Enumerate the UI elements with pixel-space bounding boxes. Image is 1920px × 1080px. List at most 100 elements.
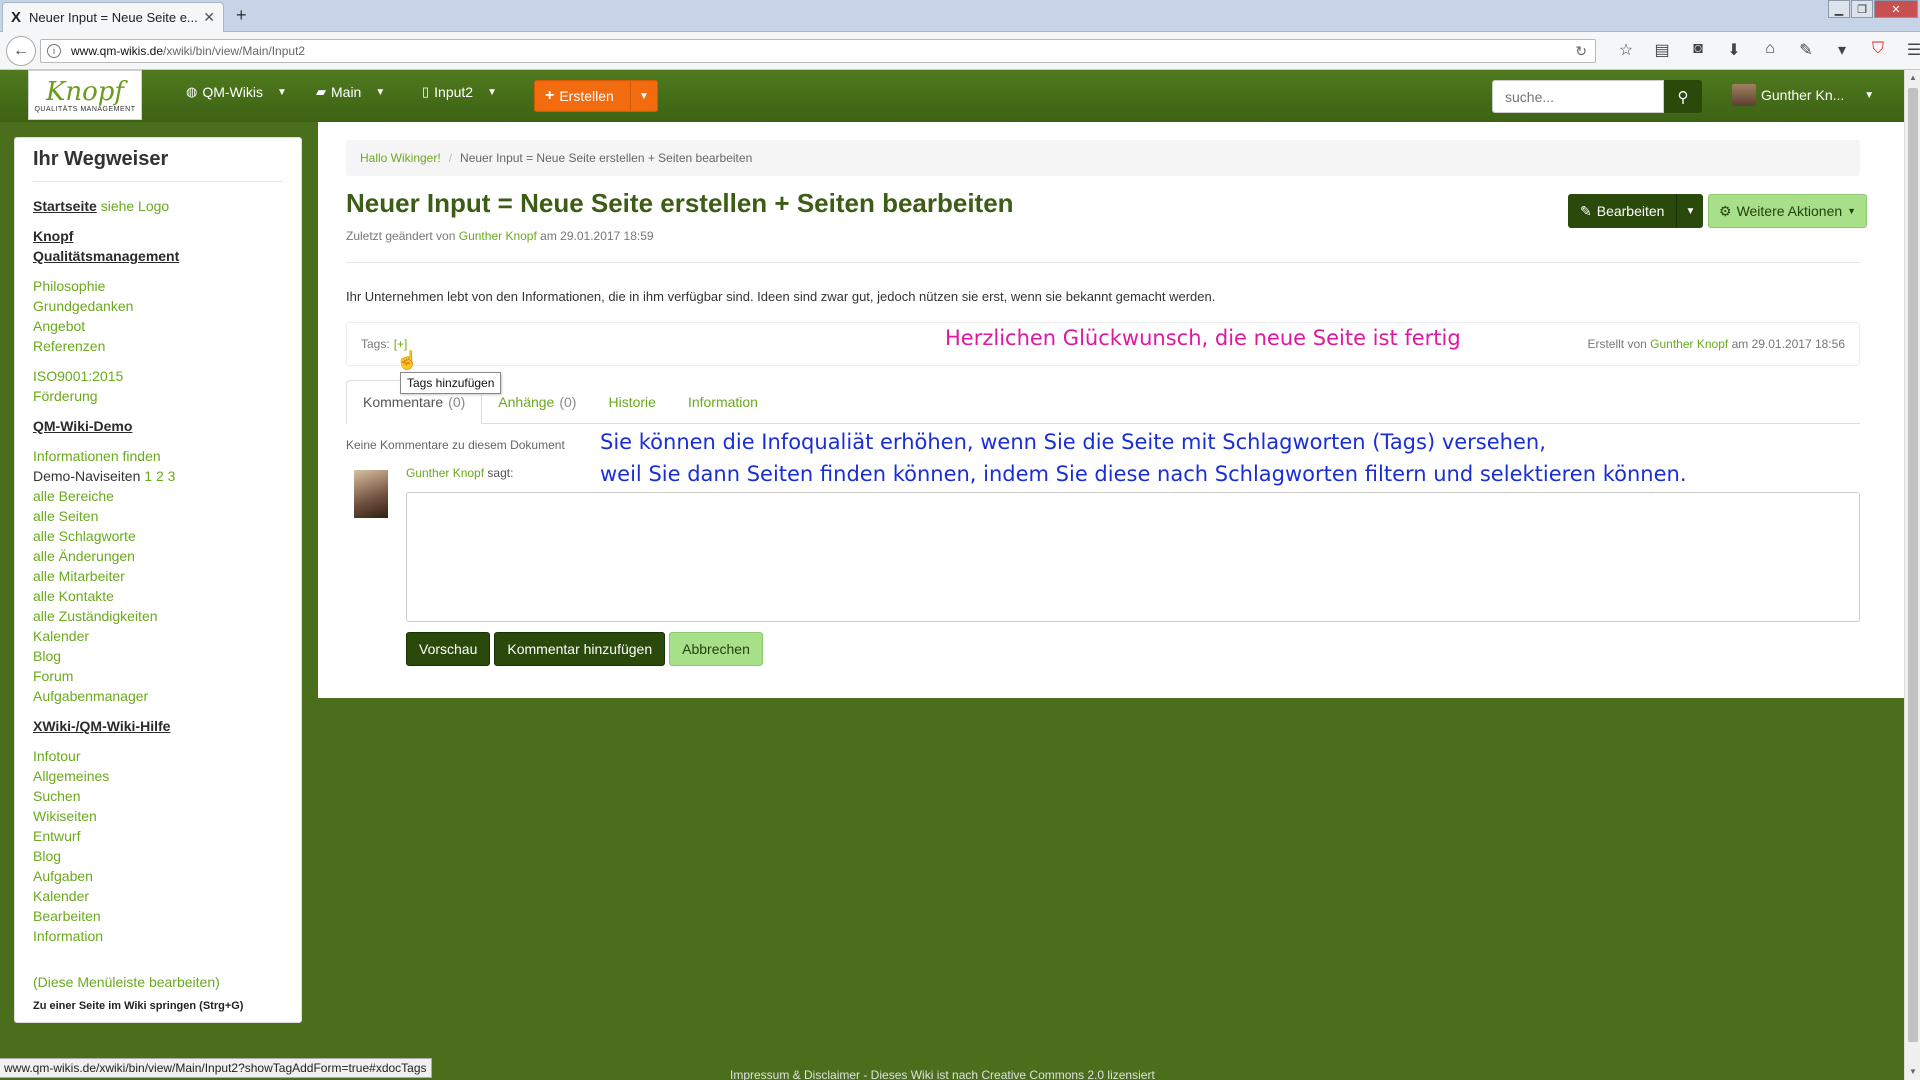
sidebar-item[interactable]: Infotour: [33, 746, 283, 766]
sidebar-sec-help[interactable]: XWiki-/QM-Wiki-Hilfe: [33, 718, 170, 734]
caret-down-icon[interactable]: ▼: [487, 87, 497, 98]
caret-down-icon[interactable]: ▼: [1864, 90, 1874, 101]
close-tab-icon[interactable]: ✕: [203, 9, 215, 26]
sidebar-item[interactable]: ISO9001:2015: [33, 366, 283, 386]
sidebar-item[interactable]: Kalender: [33, 626, 283, 646]
sidebar-item[interactable]: Kalender: [33, 886, 283, 906]
tooltip: Tags hinzufügen: [400, 372, 502, 394]
sidebar-item[interactable]: Bearbeiten: [33, 906, 283, 926]
sidebar-title: Ihr Wegweiser: [33, 148, 283, 182]
new-tab-icon[interactable]: +: [236, 5, 247, 26]
sidebar-item[interactable]: Philosophie: [33, 276, 283, 296]
sidebar-item[interactable]: Aufgabenmanager: [33, 686, 283, 706]
created-author-link[interactable]: Gunther Knopf: [1650, 337, 1728, 351]
more-actions-button[interactable]: ⚙ Weitere Aktionen ▼: [1708, 194, 1868, 228]
sidebar-item[interactable]: Aufgaben: [33, 866, 283, 886]
add-comment-button[interactable]: Kommentar hinzufügen: [494, 632, 666, 666]
search-button[interactable]: ⚲: [1664, 80, 1702, 113]
comment-user-link[interactable]: Gunther Knopf: [406, 466, 484, 480]
tab-information[interactable]: Information: [672, 380, 774, 424]
caret-down-icon[interactable]: ▼: [277, 87, 287, 98]
sidebar-sec-knopf[interactable]: Knopf: [33, 228, 73, 244]
breadcrumb-home[interactable]: Hallo Wikinger!: [360, 151, 441, 165]
bookmark-star-icon[interactable]: ☆: [1608, 40, 1644, 60]
sidebar-item[interactable]: Allgemeines: [33, 766, 283, 786]
demo-page-3[interactable]: 3: [168, 468, 176, 484]
sidebar-item[interactable]: Förderung: [33, 386, 283, 406]
comment-textarea[interactable]: [406, 492, 1860, 622]
create-button[interactable]: + Erstellen ▼: [534, 80, 658, 112]
sidebar-logo-hint[interactable]: siehe Logo: [101, 198, 170, 214]
search-input[interactable]: [1492, 80, 1664, 113]
sidebar-item[interactable]: Blog: [33, 846, 283, 866]
sidebar-item[interactable]: alle Zuständigkeiten: [33, 606, 283, 626]
sidebar-item[interactable]: alle Schlagworte: [33, 526, 283, 546]
sidebar-item[interactable]: Angebot: [33, 316, 283, 336]
scroll-down-icon[interactable]: ▼: [1905, 1064, 1920, 1080]
download-icon[interactable]: ⬇: [1716, 40, 1752, 60]
sidebar-item[interactable]: alle Bereiche: [33, 486, 283, 506]
cancel-button[interactable]: Abbrechen: [669, 632, 763, 666]
tab-historie[interactable]: Historie: [592, 380, 671, 424]
sidebar-item[interactable]: Informationen finden: [33, 446, 283, 466]
home-icon[interactable]: ⌂: [1752, 40, 1788, 60]
add-tags-link[interactable]: [+]: [394, 337, 408, 351]
scrollbar-thumb[interactable]: [1908, 88, 1918, 1042]
nav-qm-wikis[interactable]: ◍ QM-Wikis ▼: [186, 84, 287, 100]
sidebar-item[interactable]: Suchen: [33, 786, 283, 806]
pocket-icon[interactable]: ◙: [1680, 40, 1716, 60]
site-logo[interactable]: Knopf QUALITÄTS MANAGEMENT: [28, 70, 142, 120]
annotation-tags-hint: Sie können die Infoqualiät erhöhen, wenn…: [600, 426, 1687, 490]
sidebar-item[interactable]: Forum: [33, 666, 283, 686]
sidebar-item[interactable]: alle Mitarbeiter: [33, 566, 283, 586]
sidebar-item[interactable]: Grundgedanken: [33, 296, 283, 316]
dropdown-icon[interactable]: ▾: [1824, 40, 1860, 60]
minimize-icon[interactable]: ▁: [1828, 0, 1850, 18]
sidebar-item[interactable]: Referenzen: [33, 336, 283, 356]
annotation-line-2: weil Sie dann Seiten finden können, inde…: [600, 462, 1687, 486]
reload-icon[interactable]: ↻: [1575, 43, 1587, 60]
shield-icon[interactable]: ⛉: [1860, 40, 1896, 60]
address-bar[interactable]: i www.qm-wikis.de/xwiki/bin/view/Main/In…: [40, 39, 1596, 63]
back-icon[interactable]: ←: [6, 36, 36, 66]
footer-text[interactable]: Impressum & Disclaimer - Dieses Wiki ist…: [730, 1068, 1155, 1080]
sidebar-item[interactable]: Blog: [33, 646, 283, 666]
edit-button[interactable]: ✎ Bearbeiten: [1568, 194, 1678, 228]
info-icon[interactable]: i: [47, 44, 61, 58]
sidebar-item[interactable]: alle Seiten: [33, 506, 283, 526]
sidebar-item[interactable]: alle Änderungen: [33, 546, 283, 566]
tab-title: Neuer Input = Neue Seite e...: [29, 10, 198, 25]
scroll-up-icon[interactable]: ▲: [1905, 70, 1920, 86]
edit-menu-link[interactable]: (Diese Menüleiste bearbeiten): [33, 972, 283, 992]
meta-author-link[interactable]: Gunther Knopf: [459, 229, 537, 243]
preview-button[interactable]: Vorschau: [406, 632, 491, 666]
url-host: www.qm-wikis.de: [71, 44, 164, 58]
edit-dropdown-icon[interactable]: ▼: [1677, 194, 1704, 228]
hand-cursor-icon: ☝: [396, 350, 419, 370]
sidebar-startseite[interactable]: Startseite: [33, 198, 97, 214]
maximize-icon[interactable]: ❐: [1851, 0, 1873, 18]
sidebar-item[interactable]: Wikiseiten: [33, 806, 283, 826]
sidebar-item[interactable]: Information: [33, 926, 283, 946]
sidebar-item[interactable]: Entwurf: [33, 826, 283, 846]
main-panel: Hallo Wikinger! / Neuer Input = Neue Sei…: [318, 122, 1904, 698]
nav-input2[interactable]: ▯ Input2 ▼: [422, 84, 497, 100]
caret-down-icon[interactable]: ▼: [375, 87, 385, 98]
reading-list-icon[interactable]: ▤: [1644, 40, 1680, 60]
jump-to-page-link[interactable]: Zu einer Seite im Wiki springen (Strg+G): [33, 1000, 283, 1012]
sidebar-item[interactable]: alle Kontakte: [33, 586, 283, 606]
sidebar-sec-qm[interactable]: Qualitätsmanagement: [33, 248, 179, 264]
tools-icon[interactable]: ✎: [1788, 40, 1824, 60]
user-menu[interactable]: Gunther Kn... ▼: [1732, 84, 1874, 106]
demo-page-2[interactable]: 2: [156, 468, 164, 484]
create-dropdown-icon[interactable]: ▼: [631, 91, 657, 102]
sidebar-sec-demo[interactable]: QM-Wiki-Demo: [33, 418, 132, 434]
window-close-icon[interactable]: ✕: [1874, 0, 1918, 18]
nav-main[interactable]: ▰ Main ▼: [316, 84, 385, 100]
folder-icon: ▰: [316, 84, 326, 99]
demo-page-1[interactable]: 1: [144, 468, 152, 484]
scrollbar[interactable]: ▲ ▼: [1904, 70, 1920, 1080]
browser-tab[interactable]: X Neuer Input = Neue Seite e... ✕: [2, 2, 224, 32]
hamburger-menu-icon[interactable]: ☰: [1896, 40, 1920, 60]
last-modified: Zuletzt geändert von Gunther Knopf am 29…: [346, 229, 654, 243]
